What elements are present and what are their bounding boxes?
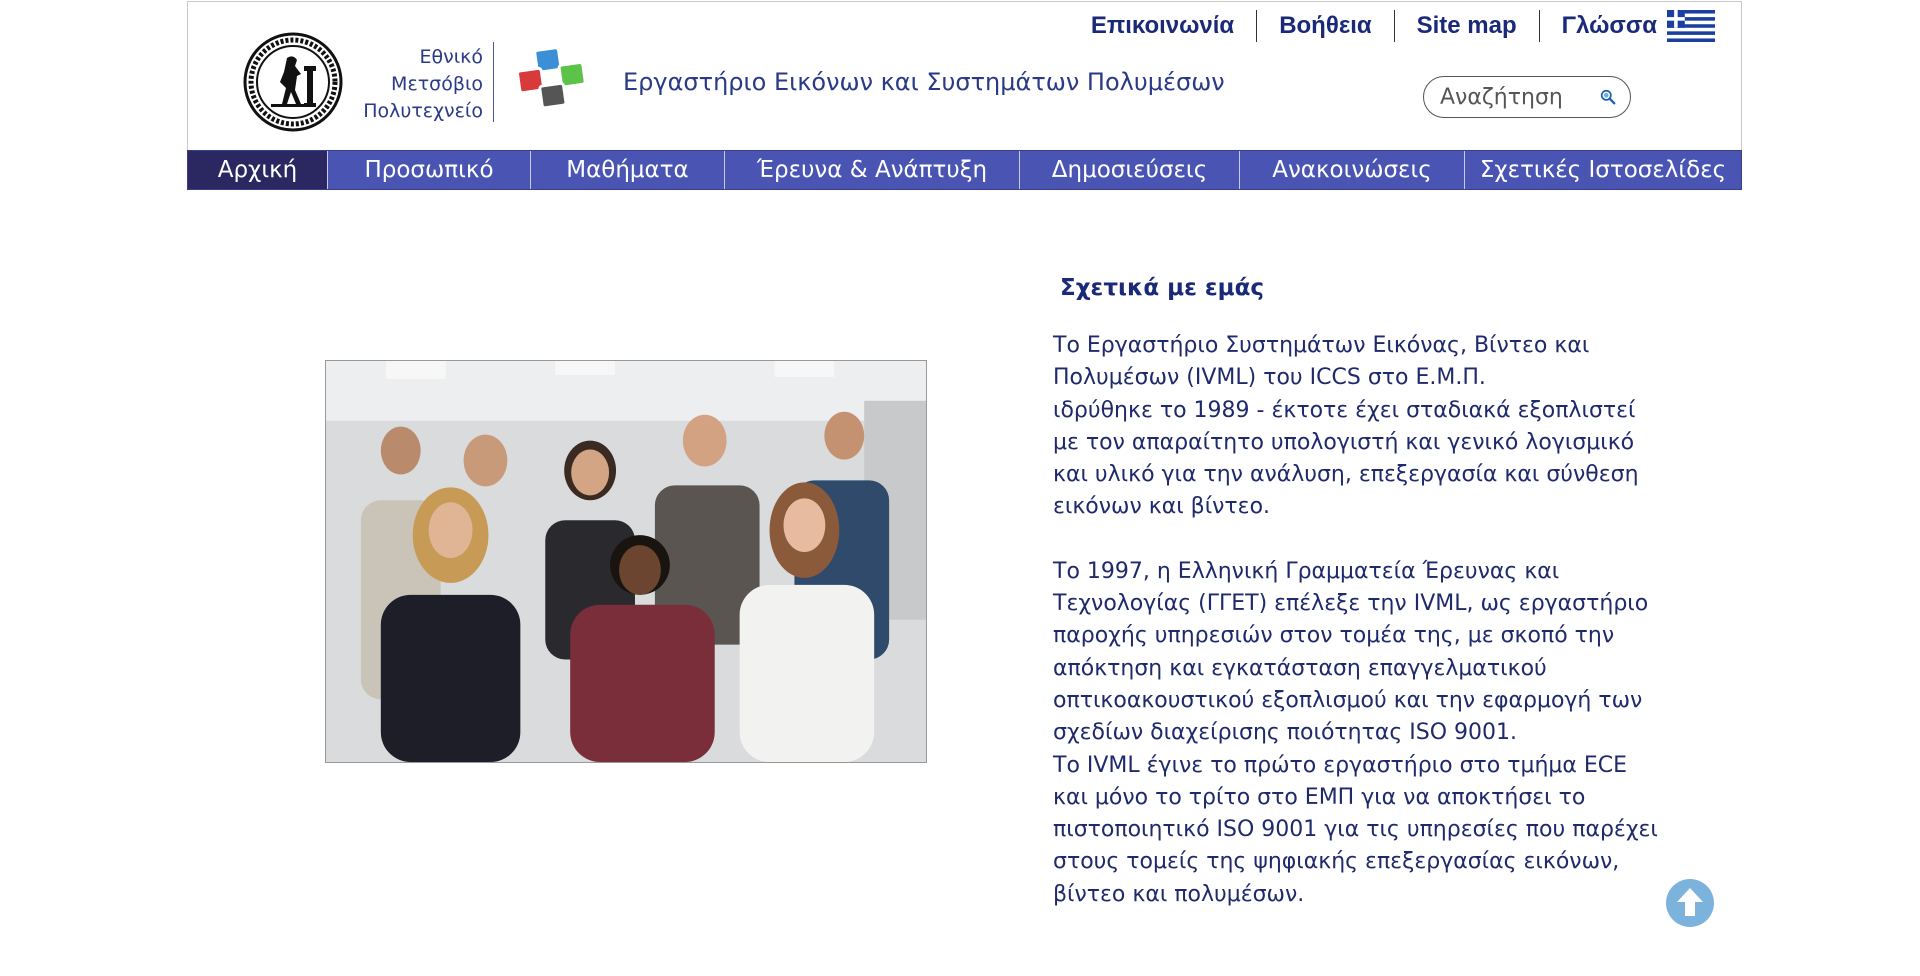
- about-line: οπτικοακουστικού εξοπλισμού και την εφαρ…: [1053, 687, 1643, 713]
- about-line: στους τομείς της ψηφιακής επεξεργασίας ε…: [1053, 849, 1620, 875]
- about-line: Τεχνολογίας (ΓΓΕΤ) επέλεξε την IVML, ως …: [1053, 591, 1649, 617]
- about-line: Το IVML έγινε το πρώτο εργαστήριο στο τμ…: [1053, 752, 1628, 778]
- about-line: απόκτηση και εγκατάσταση επαγγελματικού: [1053, 655, 1547, 681]
- about-line: ιδρύθηκε το 1989 - έκτοτε έχει σταδιακά …: [1053, 397, 1636, 423]
- about-line: Το 1997, η Ελληνική Γραμματεία Έρευνας κ…: [1053, 558, 1560, 584]
- top-link-help[interactable]: Βοήθεια: [1256, 10, 1393, 42]
- top-link-contact[interactable]: Επικοινωνία: [1091, 10, 1256, 42]
- university-name-line: Εθνικό: [419, 46, 484, 68]
- about-text: Το Εργαστήριο Συστημάτων Εικόνας, Βίντεο…: [1053, 330, 1673, 911]
- about-line: παροχής υπηρεσιών στον τομέα της, με σκο…: [1053, 623, 1615, 649]
- back-to-top-icon[interactable]: [1666, 879, 1714, 927]
- about-line: σχεδίων διαχείρισης ποιότητας ISO 9001.: [1053, 720, 1517, 746]
- lab-name[interactable]: Εργαστήριο Εικόνων και Συστημάτων Πολυμέ…: [623, 68, 1225, 96]
- search-input[interactable]: [1438, 83, 1592, 111]
- about-line: βίντεο και πολυμέσων.: [1053, 881, 1305, 907]
- about-title: Σχετικά με εμάς: [1060, 275, 1265, 301]
- site-header: Εθνικό Μετσόβιο Πολυτεχνείο Εργαστήριο Ε…: [187, 1, 1742, 150]
- about-line: και υλικό για την ανάλυση, επεξεργασία κ…: [1053, 462, 1639, 488]
- team-photo: [325, 360, 927, 763]
- main-nav: Αρχική Προσωπικό Μαθήματα Έρευνα & Ανάπτ…: [187, 150, 1742, 190]
- university-name-line: Μετσόβιο: [391, 73, 483, 95]
- about-line: και μόνο το τρίτο στο ΕΜΠ για να αποκτήσ…: [1053, 784, 1586, 810]
- about-line: με τον απαραίτητο υπολογιστή και γενικό …: [1053, 429, 1635, 455]
- about-line: εικόνων και βίντεο.: [1053, 494, 1271, 520]
- magnifier-icon[interactable]: [1600, 83, 1616, 111]
- nav-item-staff[interactable]: Προσωπικό: [327, 151, 530, 189]
- about-line: Το Εργαστήριο Συστημάτων Εικόνας, Βίντεο…: [1053, 333, 1590, 358]
- lab-logo-icon[interactable]: [513, 42, 599, 122]
- greek-flag-icon[interactable]: [1667, 10, 1715, 42]
- top-link-sitemap[interactable]: Site map: [1393, 10, 1539, 42]
- top-links: Επικοινωνία Βοήθεια Site map Γλώσσα: [1091, 10, 1715, 42]
- nav-item-related-sites[interactable]: Σχετικές Ιστοσελίδες: [1464, 151, 1741, 189]
- university-name: Εθνικό Μετσόβιο Πολυτεχνείο: [333, 44, 483, 125]
- university-seal-icon[interactable]: [243, 32, 343, 132]
- header-divider: [493, 42, 494, 122]
- about-line: Πολυμέσων (IVML) του ICCS στο Ε.Μ.Π.: [1053, 365, 1486, 391]
- university-name-line: Πολυτεχνείο: [363, 100, 483, 122]
- top-link-language[interactable]: Γλώσσα: [1538, 10, 1667, 42]
- nav-item-courses[interactable]: Μαθήματα: [530, 151, 724, 189]
- search-box[interactable]: [1423, 76, 1631, 118]
- nav-item-announcements[interactable]: Ανακοινώσεις: [1239, 151, 1464, 189]
- nav-item-research[interactable]: Έρευνα & Ανάπτυξη: [724, 151, 1019, 189]
- nav-item-publications[interactable]: Δημοσιεύσεις: [1019, 151, 1239, 189]
- about-line: πιστοποιητικό ISO 9001 για τις υπηρεσίες…: [1053, 817, 1658, 843]
- nav-item-home[interactable]: Αρχική: [188, 151, 327, 189]
